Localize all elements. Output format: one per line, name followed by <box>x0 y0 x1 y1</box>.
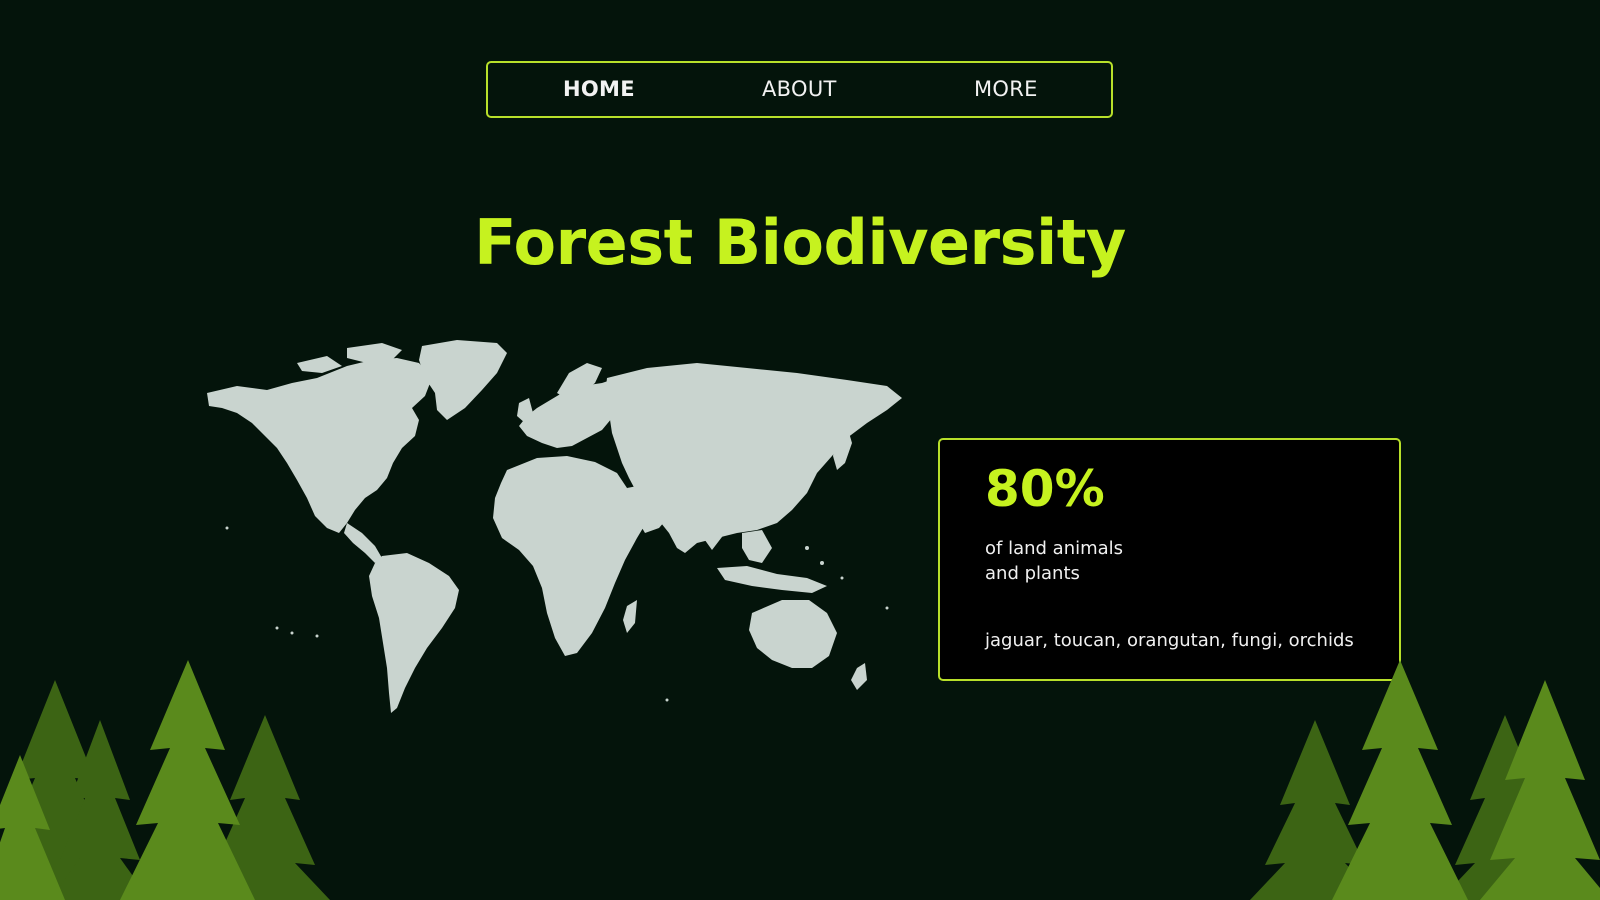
stat-card: 80% of land animals and plants jaguar, t… <box>938 438 1401 681</box>
stat-description: of land animals and plants <box>985 536 1285 586</box>
stat-percent: 80% <box>985 460 1105 518</box>
pine-trees-icon <box>1250 660 1600 900</box>
stat-description-line-1: of land animals <box>985 538 1124 559</box>
page-title: Forest Biodiversity <box>474 206 1126 279</box>
pine-trees-icon <box>0 660 330 900</box>
nav-item-home[interactable]: HOME <box>563 77 635 101</box>
top-nav: HOME ABOUT MORE <box>486 61 1113 118</box>
stat-examples: jaguar, toucan, orangutan, fungi, orchid… <box>985 630 1354 651</box>
nav-item-more[interactable]: MORE <box>974 77 1038 101</box>
stat-description-line-2: and plants <box>985 563 1080 584</box>
nav-item-about[interactable]: ABOUT <box>762 77 837 101</box>
